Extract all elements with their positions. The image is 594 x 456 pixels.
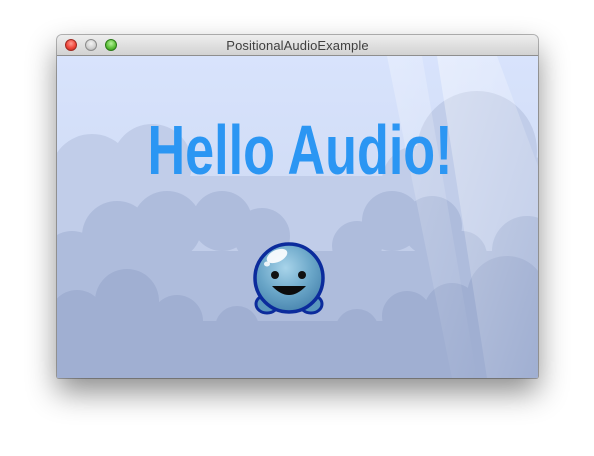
scene-graphic: Hello Audio! bbox=[57, 56, 538, 378]
desktop: PositionalAudioExample Hello Audio! bbox=[0, 0, 594, 456]
blob-character[interactable] bbox=[253, 242, 325, 315]
title-bar[interactable]: PositionalAudioExample bbox=[57, 35, 538, 56]
app-window: PositionalAudioExample Hello Audio! bbox=[57, 35, 538, 378]
window-title: PositionalAudioExample bbox=[226, 38, 369, 53]
game-canvas[interactable]: Hello Audio! bbox=[57, 56, 538, 378]
headline-text: Hello Audio! bbox=[148, 111, 453, 189]
